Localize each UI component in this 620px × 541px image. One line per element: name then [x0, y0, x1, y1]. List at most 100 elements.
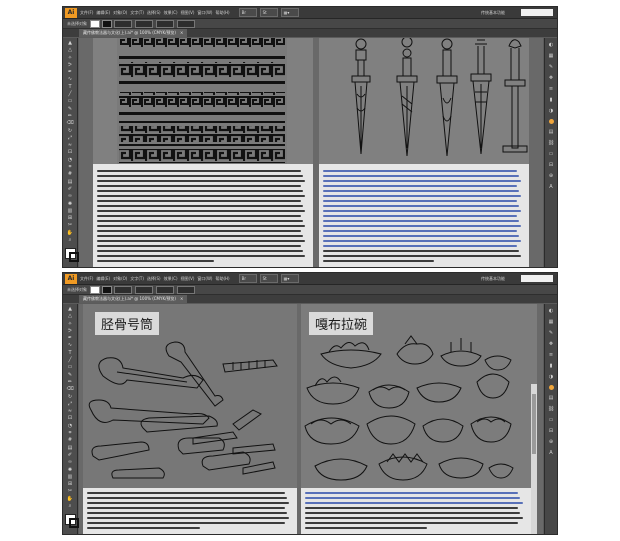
- gradient-panel-icon[interactable]: ▮: [548, 97, 555, 103]
- transparency-panel-icon[interactable]: ◑: [548, 374, 555, 380]
- lasso-tool-icon[interactable]: ᕗ: [66, 62, 75, 68]
- direct-selection-tool-icon[interactable]: △: [66, 313, 75, 319]
- shape-builder-tool-icon[interactable]: ◔: [66, 157, 75, 163]
- close-icon[interactable]: ×: [180, 296, 183, 301]
- blend-tool-icon[interactable]: ∞: [66, 193, 75, 199]
- rectangle-tool-icon[interactable]: ▭: [66, 364, 75, 370]
- appearance-panel-icon[interactable]: [548, 119, 554, 124]
- artboard-tool-icon[interactable]: ⊞: [66, 215, 75, 221]
- stock-button[interactable]: St: [259, 274, 278, 283]
- line-tool-icon[interactable]: ╱: [66, 357, 75, 363]
- scale-tool-icon[interactable]: ⤢: [66, 401, 75, 407]
- fill-swatch[interactable]: [90, 19, 100, 28]
- stroke-panel-icon[interactable]: ≡: [548, 86, 555, 92]
- menu-file[interactable]: 文件(F): [80, 276, 93, 282]
- symbol-sprayer-tool-icon[interactable]: ✺: [66, 467, 75, 473]
- menu-object[interactable]: 对象(O): [113, 276, 127, 282]
- curvature-tool-icon[interactable]: ∿: [66, 76, 75, 82]
- stock-button[interactable]: St: [259, 8, 278, 17]
- rotate-tool-icon[interactable]: ↻: [66, 394, 75, 400]
- selection-tool-icon[interactable]: ▲: [66, 40, 75, 46]
- menu-type[interactable]: 文字(T): [130, 276, 144, 282]
- type-tool-icon[interactable]: T: [66, 84, 75, 90]
- fill-stroke-indicator[interactable]: [64, 248, 79, 263]
- document-tab[interactable]: 藏传佛教法器与文化(上).ai* @ 100% (CMYK/预览) ×: [79, 29, 188, 37]
- layers-panel-icon[interactable]: ▤: [548, 395, 555, 401]
- workspace-switcher[interactable]: 传统基本功能: [481, 10, 505, 16]
- column-graph-tool-icon[interactable]: ▥: [66, 208, 75, 214]
- menu-view[interactable]: 视图(V): [181, 276, 195, 282]
- search-input[interactable]: [521, 9, 553, 16]
- menu-window[interactable]: 窗口(W): [197, 10, 212, 16]
- opacity-field[interactable]: [177, 285, 195, 294]
- stroke-swatch[interactable]: [102, 19, 112, 28]
- eyedropper-tool-icon[interactable]: ✐: [66, 452, 75, 458]
- opacity-field[interactable]: [177, 19, 195, 28]
- align-panel-icon[interactable]: ⊟: [548, 428, 555, 434]
- document-tab[interactable]: 藏传佛教法器与文化(上).ai* @ 100% (CMYK/预览) ×: [79, 295, 188, 303]
- workspace-switcher[interactable]: 传统基本功能: [481, 276, 505, 282]
- character-panel-icon[interactable]: A: [548, 450, 555, 456]
- arrange-documents-button[interactable]: ▦▾: [280, 8, 299, 17]
- text-frame-right[interactable]: [301, 488, 531, 534]
- symbol-sprayer-tool-icon[interactable]: ✺: [66, 201, 75, 207]
- width-tool-icon[interactable]: ≈: [66, 142, 75, 148]
- free-transform-tool-icon[interactable]: ⊡: [66, 149, 75, 155]
- menu-file[interactable]: 文件(F): [80, 10, 93, 16]
- magic-wand-tool-icon[interactable]: ✧: [66, 55, 75, 61]
- curvature-tool-icon[interactable]: ∿: [66, 342, 75, 348]
- stroke-swatch[interactable]: [102, 285, 112, 294]
- pathfinder-panel-icon[interactable]: ⊕: [548, 173, 555, 179]
- menu-edit[interactable]: 编辑(E): [96, 276, 110, 282]
- layers-panel-icon[interactable]: ▤: [548, 129, 555, 135]
- menu-edit[interactable]: 编辑(E): [96, 10, 110, 16]
- appearance-panel-icon[interactable]: [548, 385, 554, 390]
- close-icon[interactable]: ×: [180, 30, 183, 35]
- zoom-tool-icon[interactable]: ⌕: [66, 503, 75, 509]
- column-graph-tool-icon[interactable]: ▥: [66, 474, 75, 480]
- stroke-panel-icon[interactable]: ≡: [548, 352, 555, 358]
- magic-wand-tool-icon[interactable]: ✧: [66, 321, 75, 327]
- gradient-panel-icon[interactable]: ▮: [548, 363, 555, 369]
- menu-select[interactable]: 选择(S): [147, 10, 161, 16]
- brushes-panel-icon[interactable]: ✎: [548, 330, 555, 336]
- blend-tool-icon[interactable]: ∞: [66, 459, 75, 465]
- bridge-button[interactable]: Br: [238, 8, 257, 17]
- menu-help[interactable]: 帮助(H): [215, 10, 229, 16]
- swatches-panel-icon[interactable]: ▦: [548, 53, 555, 59]
- lasso-tool-icon[interactable]: ᕗ: [66, 328, 75, 334]
- selection-tool-icon[interactable]: ▲: [66, 306, 75, 312]
- pencil-tool-icon[interactable]: ✏: [66, 379, 75, 385]
- brush-definition-field[interactable]: [156, 285, 174, 294]
- transparency-panel-icon[interactable]: ◑: [548, 108, 555, 114]
- pencil-tool-icon[interactable]: ✏: [66, 113, 75, 119]
- shape-builder-tool-icon[interactable]: ◔: [66, 423, 75, 429]
- menu-select[interactable]: 选择(S): [147, 276, 161, 282]
- menu-effect[interactable]: 效果(C): [164, 276, 178, 282]
- slice-tool-icon[interactable]: ✂: [66, 222, 75, 228]
- free-transform-tool-icon[interactable]: ⊡: [66, 415, 75, 421]
- artboards-panel-icon[interactable]: ▭: [548, 417, 555, 423]
- paintbrush-tool-icon[interactable]: ✎: [66, 372, 75, 378]
- menu-type[interactable]: 文字(T): [130, 10, 144, 16]
- variable-width-field[interactable]: [135, 19, 153, 28]
- links-panel-icon[interactable]: ⛓: [548, 406, 555, 412]
- symbols-panel-icon[interactable]: ❖: [548, 341, 555, 347]
- brush-definition-field[interactable]: [156, 19, 174, 28]
- slice-tool-icon[interactable]: ✂: [66, 488, 75, 494]
- brushes-panel-icon[interactable]: ✎: [548, 64, 555, 70]
- perspective-tool-icon[interactable]: ⌗: [66, 164, 75, 170]
- mesh-tool-icon[interactable]: #: [66, 171, 75, 177]
- character-panel-icon[interactable]: A: [548, 184, 555, 190]
- zoom-tool-icon[interactable]: ⌕: [66, 237, 75, 243]
- menu-window[interactable]: 窗口(W): [197, 276, 212, 282]
- color-panel-icon[interactable]: ◐: [548, 42, 555, 48]
- stroke-weight-field[interactable]: [114, 285, 132, 294]
- stroke-indicator[interactable]: [68, 252, 79, 263]
- artboard-tool-icon[interactable]: ⊞: [66, 481, 75, 487]
- pathfinder-panel-icon[interactable]: ⊕: [548, 439, 555, 445]
- text-frame-left[interactable]: [93, 164, 313, 267]
- menu-help[interactable]: 帮助(H): [215, 276, 229, 282]
- scrollbar-thumb[interactable]: [532, 394, 536, 454]
- symbols-panel-icon[interactable]: ❖: [548, 75, 555, 81]
